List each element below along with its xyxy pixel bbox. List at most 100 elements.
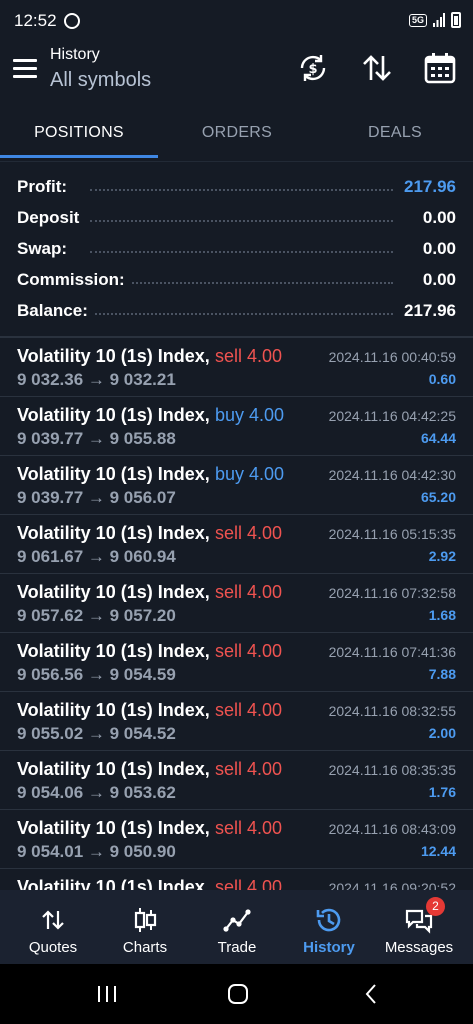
position-symbol: Volatility 10 (1s) Index,	[17, 759, 210, 779]
summary-value: 0.00	[416, 208, 456, 228]
position-time: 2024.11.16 04:42:25	[328, 408, 456, 424]
summary-value: 0.00	[416, 270, 456, 290]
position-symbol: Volatility 10 (1s) Index,	[17, 582, 210, 602]
position-profit: 65.20	[420, 489, 456, 505]
position-profit: 2.92	[428, 548, 456, 564]
nav-label: History	[303, 939, 355, 956]
summary-label: Balance:	[17, 301, 94, 321]
position-type: buy 4.00	[215, 464, 285, 484]
nav-messages[interactable]: 2 Messages	[372, 890, 466, 964]
signal-icon	[433, 13, 445, 27]
position-type: sell 4.00	[215, 877, 283, 890]
position-time: 2024.11.16 08:32:55	[328, 703, 456, 719]
tab-orders[interactable]: ORDERS	[158, 104, 316, 162]
page-title: History	[50, 46, 100, 63]
position-type: sell 4.00	[215, 641, 283, 661]
position-type: sell 4.00	[215, 523, 283, 543]
position-symbol: Volatility 10 (1s) Index,	[17, 464, 210, 484]
nav-label: Quotes	[28, 939, 78, 956]
position-time: 2024.11.16 07:32:58	[328, 585, 456, 601]
summary-label: Swap:	[17, 239, 74, 259]
position-type: sell 4.00	[215, 700, 283, 720]
position-profit: 7.88	[428, 666, 456, 682]
nav-quotes[interactable]: Quotes	[6, 890, 100, 964]
bottom-navigation: Quotes Charts Trade History 2 Messages	[0, 890, 473, 964]
position-prices: 9 055.02 → 9 054.52	[17, 724, 176, 743]
tab-positions[interactable]: POSITIONS	[0, 104, 158, 162]
position-symbol: Volatility 10 (1s) Index,	[17, 641, 210, 661]
back-icon[interactable]	[364, 983, 378, 1005]
position-time: 2024.11.16 09:20:52	[328, 880, 456, 890]
position-profit: 1.68	[428, 607, 456, 623]
nav-label: Trade	[217, 939, 257, 956]
nav-history[interactable]: History	[282, 890, 376, 964]
tab-deals[interactable]: DEALS	[316, 104, 473, 162]
position-type: buy 4.00	[215, 405, 285, 425]
summary-row-profit: Profit: 217.96	[0, 172, 473, 203]
list-item[interactable]: Volatility 10 (1s) Index, sell 4.00 9 05…	[0, 810, 473, 869]
status-bar: 12:52 5G	[0, 0, 473, 42]
position-prices: 9 061.67 → 9 060.94	[17, 547, 176, 566]
account-summary: Profit: 217.96 Deposit 0.00 Swap: 0.00 C…	[0, 172, 473, 327]
position-type: sell 4.00	[215, 582, 283, 602]
summary-row-commission: Commission: 0.00	[0, 265, 473, 296]
position-time: 2024.11.16 04:42:30	[328, 467, 456, 483]
status-time: 12:52	[14, 11, 57, 30]
position-time: 2024.11.16 05:15:35	[328, 526, 456, 542]
nav-charts[interactable]: Charts	[98, 890, 192, 964]
status-indicators: 5G	[408, 12, 461, 28]
position-symbol: Volatility 10 (1s) Index,	[17, 346, 210, 366]
position-type: sell 4.00	[215, 346, 283, 366]
list-item[interactable]: Volatility 10 (1s) Index, buy 4.00 9 039…	[0, 397, 473, 456]
list-item[interactable]: Volatility 10 (1s) Index, sell 4.00 9 05…	[0, 692, 473, 751]
position-profit: 64.44	[420, 430, 456, 446]
position-profit: 0.60	[428, 371, 456, 387]
network-type: 5G	[408, 13, 427, 27]
position-symbol: Volatility 10 (1s) Index,	[17, 818, 210, 838]
symbol-filter[interactable]: All symbols	[50, 69, 151, 92]
home-icon[interactable]	[227, 983, 249, 1005]
position-time: 2024.11.16 08:43:09	[328, 821, 456, 837]
position-profit: 12.44	[420, 843, 456, 859]
summary-label: Commission:	[17, 270, 131, 290]
position-prices: 9 039.77 → 9 055.88	[17, 429, 176, 448]
position-profit: 1.76	[428, 784, 456, 800]
position-prices: 9 039.77 → 9 056.07	[17, 488, 176, 507]
position-prices: 9 032.36 → 9 032.21	[17, 370, 176, 389]
list-item[interactable]: Volatility 10 (1s) Index, sell 4.00 2024…	[0, 869, 473, 890]
positions-list[interactable]: Volatility 10 (1s) Index, sell 4.00 9 03…	[0, 338, 473, 890]
summary-value: 217.96	[398, 301, 456, 321]
position-symbol: Volatility 10 (1s) Index,	[17, 523, 210, 543]
nav-trade[interactable]: Trade	[190, 890, 284, 964]
position-symbol: Volatility 10 (1s) Index,	[17, 877, 210, 890]
list-item[interactable]: Volatility 10 (1s) Index, sell 4.00 9 05…	[0, 574, 473, 633]
quotes-icon	[42, 910, 64, 930]
currency-exchange-icon[interactable]: $	[296, 51, 330, 85]
position-time: 2024.11.16 08:35:35	[328, 762, 456, 778]
nav-label: Charts	[122, 939, 168, 956]
summary-label: Deposit	[17, 208, 86, 228]
whatsapp-icon	[64, 13, 80, 29]
summary-row-balance: Balance: 217.96	[0, 296, 473, 327]
menu-icon[interactable]	[13, 59, 37, 79]
position-prices: 9 056.56 → 9 054.59	[17, 665, 176, 684]
position-prices: 9 057.62 → 9 057.20	[17, 606, 176, 625]
sort-icon[interactable]	[360, 51, 394, 85]
summary-value: 0.00	[416, 239, 456, 259]
summary-row-deposit: Deposit 0.00	[0, 203, 473, 234]
position-time: 2024.11.16 00:40:59	[328, 349, 456, 365]
summary-value: 217.96	[398, 177, 456, 197]
unread-badge: 2	[426, 897, 445, 916]
trade-icon	[223, 909, 251, 932]
summary-row-swap: Swap: 0.00	[0, 234, 473, 265]
nav-label: Messages	[384, 939, 454, 956]
list-item[interactable]: Volatility 10 (1s) Index, sell 4.00 9 05…	[0, 633, 473, 692]
list-item[interactable]: Volatility 10 (1s) Index, buy 4.00 9 039…	[0, 456, 473, 515]
list-item[interactable]: Volatility 10 (1s) Index, sell 4.00 9 05…	[0, 751, 473, 810]
recents-icon[interactable]	[96, 984, 118, 1004]
history-icon	[316, 908, 341, 932]
calendar-icon[interactable]	[423, 51, 457, 85]
position-profit: 2.00	[428, 725, 456, 741]
list-item[interactable]: Volatility 10 (1s) Index, sell 4.00 9 03…	[0, 338, 473, 397]
list-item[interactable]: Volatility 10 (1s) Index, sell 4.00 9 06…	[0, 515, 473, 574]
